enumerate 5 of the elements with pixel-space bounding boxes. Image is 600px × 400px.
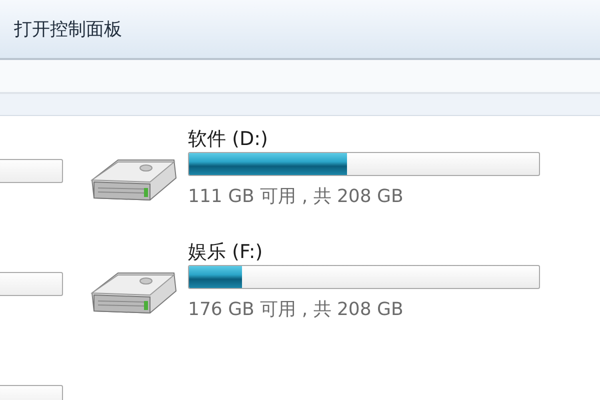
toolbar-button[interactable]: 打开控制面板 bbox=[14, 17, 122, 41]
drive-name: 软件 (D:) bbox=[188, 127, 269, 152]
drive-name: 娱乐 (F:) bbox=[188, 240, 264, 265]
free-space-text: 111 GB 可用 , 共 208 GB bbox=[188, 185, 404, 208]
free-space-text: 176 GB 可用 , 共 208 GB bbox=[188, 298, 404, 321]
